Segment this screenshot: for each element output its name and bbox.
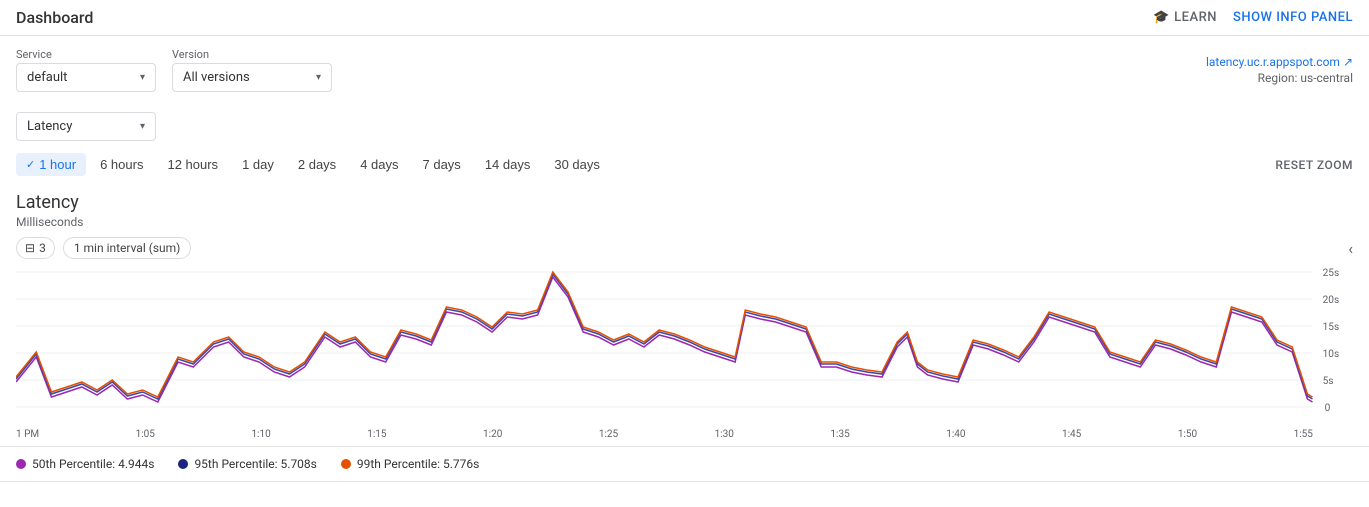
interval-badge[interactable]: 1 min interval (sum) bbox=[63, 237, 192, 259]
controls-row: Service default ▾ Version All versions ▾… bbox=[0, 36, 1369, 104]
x-label-135: 1:35 bbox=[830, 429, 849, 440]
time-btn-2days[interactable]: 2 days bbox=[288, 153, 346, 176]
time-btn-30days[interactable]: 30 days bbox=[544, 153, 610, 176]
legend-label-p95: 95th Percentile: 5.708s bbox=[194, 457, 316, 471]
chart-svg: 25s 20s 15s 10s 5s 0 bbox=[16, 267, 1353, 427]
x-label-125: 1:25 bbox=[599, 429, 618, 440]
x-label-1pm: 1 PM bbox=[16, 429, 39, 440]
x-label-120: 1:20 bbox=[483, 429, 502, 440]
controls-right: latency.uc.r.appspot.com ↗ Region: us-ce… bbox=[1206, 55, 1353, 85]
external-link-icon: ↗ bbox=[1343, 55, 1353, 69]
interval-label: 1 min interval (sum) bbox=[74, 241, 181, 255]
top-bar: Dashboard 🎓 LEARN SHOW INFO PANEL bbox=[0, 0, 1369, 36]
show-info-button[interactable]: SHOW INFO PANEL bbox=[1233, 10, 1353, 25]
svg-text:0: 0 bbox=[1325, 403, 1331, 414]
collapse-button[interactable]: ‹ bbox=[1348, 239, 1353, 258]
version-value: All versions bbox=[183, 70, 250, 85]
svg-text:10s: 10s bbox=[1323, 349, 1340, 360]
learn-icon: 🎓 bbox=[1153, 10, 1170, 25]
p50-line bbox=[16, 277, 1312, 402]
region-link[interactable]: latency.uc.r.appspot.com ↗ bbox=[1206, 55, 1353, 69]
time-btn-14days[interactable]: 14 days bbox=[475, 153, 541, 176]
time-range-row: 1 hour 6 hours 12 hours 1 day 2 days 4 d… bbox=[0, 149, 1369, 184]
controls-left: Service default ▾ Version All versions ▾ bbox=[16, 48, 332, 92]
p99-line bbox=[16, 272, 1312, 397]
legend-dot-p99 bbox=[341, 459, 351, 469]
x-label-130: 1:30 bbox=[715, 429, 734, 440]
metric-row: Latency ▾ bbox=[0, 104, 1369, 149]
svg-text:15s: 15s bbox=[1323, 322, 1340, 333]
x-label-110: 1:10 bbox=[251, 429, 270, 440]
legend-item-p95: 95th Percentile: 5.708s bbox=[178, 457, 316, 471]
legend-item-p50: 50th Percentile: 4.944s bbox=[16, 457, 154, 471]
chart-section: Latency Milliseconds ⊟ 3 1 min interval … bbox=[0, 184, 1369, 442]
x-label-105: 1:05 bbox=[136, 429, 155, 440]
svg-text:20s: 20s bbox=[1323, 295, 1340, 306]
legend-label-p50: 50th Percentile: 4.944s bbox=[32, 457, 154, 471]
x-label-150: 1:50 bbox=[1178, 429, 1197, 440]
x-axis-labels: 1 PM 1:05 1:10 1:15 1:20 1:25 1:30 1:35 … bbox=[16, 427, 1313, 442]
version-label: Version bbox=[172, 48, 332, 61]
legend-dot-p95 bbox=[178, 459, 188, 469]
legend-item-p99: 99th Percentile: 5.776s bbox=[341, 457, 479, 471]
region-link-text: latency.uc.r.appspot.com bbox=[1206, 55, 1340, 69]
chart-subtitle: Milliseconds bbox=[16, 215, 1353, 229]
time-btn-1day[interactable]: 1 day bbox=[232, 153, 284, 176]
top-bar-actions: 🎓 LEARN SHOW INFO PANEL bbox=[1153, 10, 1353, 25]
time-btn-7days[interactable]: 7 days bbox=[413, 153, 471, 176]
legend-row: 50th Percentile: 4.944s 95th Percentile:… bbox=[0, 446, 1369, 482]
learn-button[interactable]: 🎓 LEARN bbox=[1153, 10, 1217, 25]
version-dropdown-arrow: ▾ bbox=[316, 72, 321, 83]
chart-toolbar-left: ⊟ 3 1 min interval (sum) bbox=[16, 237, 191, 259]
service-select[interactable]: default ▾ bbox=[16, 63, 156, 92]
x-label-155: 1:55 bbox=[1294, 429, 1313, 440]
chart-wrapper: 25s 20s 15s 10s 5s 0 bbox=[16, 267, 1353, 427]
svg-text:25s: 25s bbox=[1323, 268, 1340, 279]
region-text: Region: us-central bbox=[1258, 71, 1353, 85]
time-btn-12hours[interactable]: 12 hours bbox=[157, 153, 228, 176]
x-label-115: 1:15 bbox=[367, 429, 386, 440]
version-group: Version All versions ▾ bbox=[172, 48, 332, 92]
page-title: Dashboard bbox=[16, 8, 93, 27]
metric-dropdown-arrow: ▾ bbox=[140, 121, 145, 132]
legend-label-p99: 99th Percentile: 5.776s bbox=[357, 457, 479, 471]
reset-zoom-button[interactable]: RESET ZOOM bbox=[1275, 158, 1353, 172]
filter-badge[interactable]: ⊟ 3 bbox=[16, 237, 55, 259]
time-range-options: 1 hour 6 hours 12 hours 1 day 2 days 4 d… bbox=[16, 153, 610, 176]
svg-text:5s: 5s bbox=[1323, 376, 1334, 387]
metric-select[interactable]: Latency ▾ bbox=[16, 112, 156, 141]
time-btn-6hours[interactable]: 6 hours bbox=[90, 153, 153, 176]
service-group: Service default ▾ bbox=[16, 48, 156, 92]
metric-value: Latency bbox=[27, 119, 72, 134]
version-select[interactable]: All versions ▾ bbox=[172, 63, 332, 92]
filter-count: 3 bbox=[39, 241, 46, 255]
chart-title: Latency bbox=[16, 192, 1353, 213]
time-btn-4days[interactable]: 4 days bbox=[350, 153, 408, 176]
filter-icon: ⊟ bbox=[25, 241, 35, 255]
service-value: default bbox=[27, 70, 67, 85]
legend-dot-p50 bbox=[16, 459, 26, 469]
time-btn-1hour[interactable]: 1 hour bbox=[16, 153, 86, 176]
service-dropdown-arrow: ▾ bbox=[140, 72, 145, 83]
service-label: Service bbox=[16, 48, 156, 61]
x-label-145: 1:45 bbox=[1062, 429, 1081, 440]
x-label-140: 1:40 bbox=[946, 429, 965, 440]
chart-toolbar: ⊟ 3 1 min interval (sum) ‹ bbox=[16, 237, 1353, 259]
